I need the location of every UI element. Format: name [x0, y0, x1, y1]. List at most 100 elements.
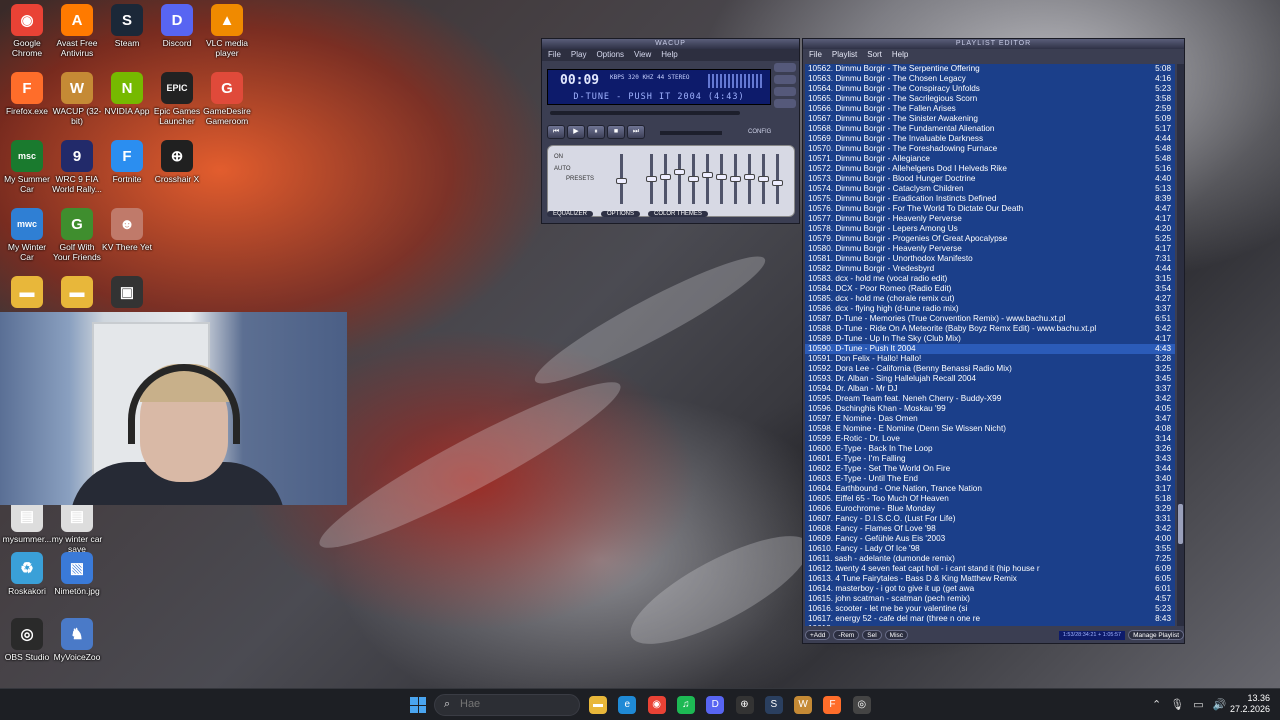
- wacup-title-bar[interactable]: WACUP: [542, 39, 799, 49]
- playlist-row[interactable]: 10605. Eiffel 65 - Too Much Of Heaven 5:1…: [805, 494, 1175, 504]
- eq-slider-knob[interactable]: [674, 169, 685, 176]
- playlist-row[interactable]: 10583. dcx - hold me (vocal radio edit) 3…: [805, 274, 1175, 284]
- playlist-row[interactable]: 10601. E-Type - I'm Falling 3:43: [805, 454, 1175, 464]
- desktop-icon[interactable]: msc My Summer Car: [0, 140, 54, 194]
- desktop-icon[interactable]: ▤ mysummer...: [0, 500, 54, 544]
- eq-band-slider[interactable]: [688, 154, 699, 204]
- playlist-row[interactable]: 10607. Fancy - D.I.S.C.O. (Lust For Life…: [805, 514, 1175, 524]
- desktop-icon[interactable]: 9 WRC 9 FIA World Rally...: [50, 140, 104, 194]
- playlist-menu-help[interactable]: Help: [892, 49, 908, 61]
- seek-bar[interactable]: [550, 111, 740, 115]
- eq-slider-knob[interactable]: [646, 176, 657, 182]
- playlist-row[interactable]: 10610. Fancy - Lady Of Ice '98 3:55: [805, 544, 1175, 554]
- eq-band-slider[interactable]: [674, 154, 685, 204]
- eq-band-slider[interactable]: [730, 154, 741, 204]
- network-icon[interactable]: ▭: [1193, 698, 1203, 711]
- start-button[interactable]: [410, 697, 426, 713]
- playlist-row[interactable]: 10590. D-Tune - Push It 2004 4:43: [805, 344, 1175, 354]
- chevron-up-icon[interactable]: ⌃: [1152, 698, 1161, 711]
- playlist-row[interactable]: 10597. E Nomine - Das Omen 3:47: [805, 414, 1175, 424]
- pause-button[interactable]: ⏸: [587, 125, 605, 139]
- playlist-row[interactable]: 10616. scooter - let me be your valentin…: [805, 604, 1175, 614]
- playlist-menu-sort[interactable]: Sort: [867, 49, 882, 61]
- playlist-row[interactable]: 10575. Dimmu Borgir - Eradication Instin…: [805, 194, 1175, 204]
- playlist-row[interactable]: 10592. Dora Lee - California (Benny Bena…: [805, 364, 1175, 374]
- taskbar-app-obs[interactable]: ◎: [852, 696, 871, 714]
- playlist-row[interactable]: 10614. masterboy - i got to give it up (…: [805, 584, 1175, 594]
- manage-playlist-button[interactable]: Manage Playlist: [1128, 630, 1184, 640]
- desktop-icon[interactable]: EPIC Epic Games Launcher: [150, 72, 204, 126]
- playlist-row[interactable]: 10586. dcx - flying high (d-tune radio m…: [805, 304, 1175, 314]
- playlist-editor-window[interactable]: PLAYLIST EDITOR File Playlist Sort Help …: [802, 38, 1185, 644]
- playlist-row[interactable]: 10579. Dimmu Borgir - Progenies Of Great…: [805, 234, 1175, 244]
- eq-slider-knob[interactable]: [688, 176, 699, 182]
- taskbar-app-wacup[interactable]: W: [794, 696, 813, 714]
- scrollbar-thumb[interactable]: [1178, 504, 1183, 544]
- desktop-icon[interactable]: ▧ Nimetön.jpg: [50, 552, 104, 596]
- eq-band-slider[interactable]: [646, 154, 657, 204]
- clock[interactable]: 13.36 27.2.2026: [1230, 693, 1270, 715]
- misc-button[interactable]: Misc: [884, 630, 909, 640]
- menu-help[interactable]: Help: [661, 49, 677, 61]
- playlist-row[interactable]: 10587. D-Tune - Memories (True Conventio…: [805, 314, 1175, 324]
- desktop-icon[interactable]: ◎ OBS Studio: [0, 618, 54, 662]
- taskbar-app-file-explorer[interactable]: ▬: [589, 696, 607, 714]
- playlist-row[interactable]: 10568. Dimmu Borgir - The Fundamental Al…: [805, 124, 1175, 134]
- eq-slider-knob[interactable]: [758, 176, 769, 182]
- playlist-row[interactable]: 10600. E-Type - Back In The Loop 3:26: [805, 444, 1175, 454]
- playlist-row[interactable]: 10572. Dimmu Borgir - Allehelgens Dod I …: [805, 164, 1175, 174]
- spectrum-visualizer[interactable]: [708, 74, 764, 88]
- playlist-list[interactable]: 10562. Dimmu Borgir - The Serpentine Off…: [805, 64, 1175, 626]
- desktop-icon[interactable]: ♻ Roskakori: [0, 552, 54, 596]
- eq-slider-knob[interactable]: [744, 173, 755, 180]
- elapsed-time[interactable]: 00:09: [560, 73, 599, 88]
- playlist-toggle-button[interactable]: [774, 75, 796, 84]
- eq-slider-knob[interactable]: [730, 176, 741, 182]
- desktop-icon[interactable]: G Golf With Your Friends: [50, 208, 104, 262]
- eq-band-slider[interactable]: [758, 154, 769, 204]
- eq-slider-knob[interactable]: [702, 171, 713, 178]
- desktop-icon[interactable]: D Discord: [150, 4, 204, 48]
- tab-equalizer[interactable]: EQUALIZER: [547, 211, 594, 217]
- playlist-row[interactable]: 10615. john scatman - scatman (pech remi…: [805, 594, 1175, 604]
- playlist-row[interactable]: 10567. Dimmu Borgir - The Sinister Awake…: [805, 114, 1175, 124]
- taskbar-app-edge[interactable]: e: [618, 696, 637, 714]
- play-button[interactable]: ▶: [567, 125, 585, 139]
- playlist-row[interactable]: 10609. Fancy - Gefühle Aus Eis '2003 4:00: [805, 534, 1175, 544]
- playlist-row[interactable]: 10564. Dimmu Borgir - The Conspiracy Unf…: [805, 84, 1175, 94]
- eq-band-slider[interactable]: [716, 154, 727, 204]
- playlist-menu-file[interactable]: File: [809, 49, 822, 61]
- desktop-icon[interactable]: ⊕ Crosshair X: [150, 140, 204, 184]
- desktop-icon[interactable]: F Firefox.exe: [0, 72, 54, 116]
- taskbar-app-steam[interactable]: S: [764, 696, 783, 714]
- eq-slider-knob[interactable]: [660, 173, 671, 180]
- menu-options[interactable]: Options: [596, 49, 624, 61]
- desktop-icon[interactable]: F Fortnite: [100, 140, 154, 184]
- menu-file[interactable]: File: [548, 49, 561, 61]
- tab-color-themes[interactable]: COLOR THEMES: [648, 211, 708, 217]
- playlist-row[interactable]: 10584. DCX - Poor Romeo (Radio Edit) 3:54: [805, 284, 1175, 294]
- playlist-row[interactable]: 10618. ...: [805, 624, 1175, 626]
- taskbar-app-firefox[interactable]: F: [823, 696, 842, 714]
- tab-options[interactable]: OPTIONS: [601, 211, 641, 217]
- playlist-row[interactable]: 10599. E-Rotic - Dr. Love 3:14: [805, 434, 1175, 444]
- eq-presets-button[interactable]: PRESETS: [566, 176, 594, 182]
- desktop-icon[interactable]: mwc My Winter Car: [0, 208, 54, 262]
- playlist-row[interactable]: 10570. Dimmu Borgir - The Foreshadowing …: [805, 144, 1175, 154]
- playlist-row[interactable]: 10603. E-Type - Until The End 3:40: [805, 474, 1175, 484]
- playlist-row[interactable]: 10606. Eurochrome - Blue Monday 3:29: [805, 504, 1175, 514]
- taskbar-app-discord[interactable]: D: [706, 696, 725, 714]
- stop-button[interactable]: ■: [607, 125, 625, 139]
- playlist-title-bar[interactable]: PLAYLIST EDITOR: [803, 39, 1184, 49]
- playlist-row[interactable]: 10593. Dr. Alban - Sing Hallelujah Recal…: [805, 374, 1175, 384]
- shuffle-button[interactable]: [774, 99, 796, 108]
- eq-slider-knob[interactable]: [772, 180, 783, 187]
- next-button[interactable]: ⏭: [627, 125, 645, 139]
- volume-slider[interactable]: [660, 131, 722, 135]
- desktop-icon[interactable]: A Avast Free Antivirus: [50, 4, 104, 58]
- playlist-row[interactable]: 10617. energy 52 - cafe del mar (three n…: [805, 614, 1175, 624]
- eq-band-slider[interactable]: [660, 154, 671, 204]
- playlist-row[interactable]: 10578. Dimmu Borgir - Lepers Among Us 4:2…: [805, 224, 1175, 234]
- playlist-row[interactable]: 10581. Dimmu Borgir - Unorthodox Manifes…: [805, 254, 1175, 264]
- desktop-icon[interactable]: W WACUP (32-bit): [50, 72, 104, 126]
